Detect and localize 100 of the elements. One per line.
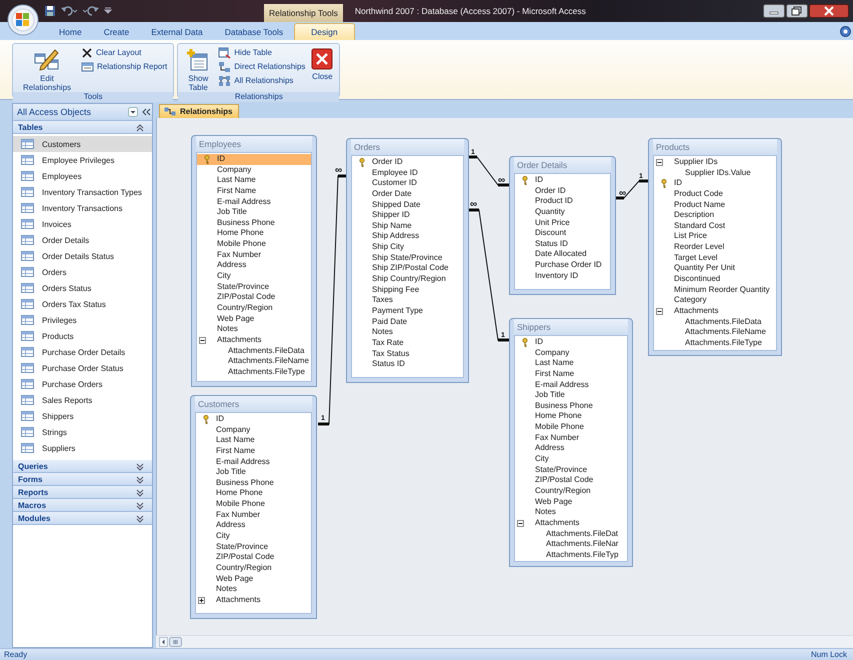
field-name[interactable]: ID bbox=[217, 154, 225, 165]
field-name[interactable]: Company bbox=[217, 164, 252, 176]
nav-item[interactable]: Employee Privileges bbox=[13, 152, 152, 168]
relationship-line[interactable] bbox=[318, 174, 346, 426]
field-name[interactable]: Company bbox=[535, 348, 570, 358]
field-name[interactable]: State/Province bbox=[535, 464, 588, 476]
field-name[interactable]: Customer ID bbox=[372, 178, 417, 189]
help-icon[interactable] bbox=[840, 26, 851, 37]
field-name[interactable]: Fax Number bbox=[217, 250, 262, 260]
field-name[interactable]: ID bbox=[216, 414, 224, 425]
dropdown-icon[interactable] bbox=[128, 107, 138, 117]
field-name[interactable]: Discontinued bbox=[674, 274, 720, 285]
field-name[interactable]: Attachments.FileName bbox=[228, 356, 309, 367]
field-name[interactable]: Attachments.FileData bbox=[228, 346, 304, 356]
nav-item[interactable]: Purchase Order Status bbox=[13, 360, 152, 376]
field-name[interactable]: Product ID bbox=[535, 196, 573, 207]
field-name[interactable]: Payment Type bbox=[372, 306, 423, 317]
field-name[interactable]: City bbox=[535, 454, 549, 465]
field-name[interactable]: Last Name bbox=[216, 435, 255, 446]
field-name[interactable]: Web Page bbox=[217, 314, 254, 324]
field-name[interactable]: Quantity bbox=[535, 206, 565, 218]
field-name[interactable]: Home Phone bbox=[217, 228, 264, 240]
scrollbar-thumb[interactable] bbox=[169, 637, 182, 647]
field-name[interactable]: Ship State/Province bbox=[372, 252, 442, 264]
field-name[interactable]: ZIP/Postal Code bbox=[217, 292, 276, 303]
customize-caret-icon[interactable] bbox=[104, 7, 112, 15]
field-name[interactable]: ID bbox=[535, 337, 543, 348]
field-name[interactable]: Mobile Phone bbox=[216, 499, 265, 510]
nav-item[interactable]: Sales Reports bbox=[13, 392, 152, 408]
save-icon[interactable] bbox=[44, 5, 56, 17]
ribbon-tab[interactable]: External Data bbox=[140, 23, 214, 40]
field-name[interactable]: Last Name bbox=[217, 175, 256, 186]
field-name[interactable]: Address bbox=[217, 260, 246, 272]
nav-item[interactable]: Order Details bbox=[13, 232, 152, 248]
field-name[interactable]: Attachments.FileType bbox=[685, 338, 762, 349]
field-name[interactable]: Home Phone bbox=[216, 488, 263, 500]
field-name[interactable]: Quantity Per Unit bbox=[674, 263, 735, 274]
field-name[interactable]: Fax Number bbox=[216, 510, 260, 520]
ribbon-button[interactable]: Hide Table bbox=[216, 46, 308, 59]
field-name[interactable]: Business Phone bbox=[217, 218, 275, 228]
field-name[interactable]: Ship Country/Region bbox=[372, 274, 446, 285]
field-name[interactable]: Mobile Phone bbox=[535, 422, 584, 433]
field-name[interactable]: Taxes bbox=[372, 295, 393, 306]
minus-box-icon[interactable] bbox=[656, 159, 663, 166]
minus-box-icon[interactable] bbox=[199, 336, 206, 344]
field-name[interactable]: State/Province bbox=[217, 282, 270, 292]
field-name[interactable]: Reorder Level bbox=[674, 242, 724, 253]
expand-chevrons-icon[interactable] bbox=[136, 514, 144, 522]
relationship-line[interactable] bbox=[468, 208, 510, 342]
nav-item[interactable]: Orders bbox=[13, 264, 152, 280]
nav-item[interactable]: Purchase Order Details bbox=[13, 344, 152, 360]
field-name[interactable]: Product Name bbox=[674, 200, 726, 210]
field-name[interactable]: Paid Date bbox=[372, 316, 408, 328]
nav-item[interactable]: Products bbox=[13, 328, 152, 344]
field-name[interactable]: Attachments.FileData bbox=[685, 316, 762, 328]
field-name[interactable]: Country/Region bbox=[217, 302, 273, 314]
field-name[interactable]: Attachments.FileDat bbox=[546, 528, 618, 540]
field-name[interactable]: Country/Region bbox=[535, 486, 591, 497]
field-name[interactable]: ID bbox=[674, 178, 682, 189]
field-name[interactable]: E-mail Address bbox=[217, 196, 271, 208]
field-name[interactable]: Notes bbox=[217, 324, 238, 335]
field-name[interactable]: Attachments.FileType bbox=[228, 366, 305, 378]
field-name[interactable]: Job Title bbox=[217, 207, 247, 218]
field-name[interactable]: Attachments.FileName bbox=[685, 327, 766, 338]
field-name[interactable]: Product Code bbox=[674, 188, 723, 200]
field-name[interactable]: E-mail Address bbox=[216, 456, 270, 468]
field-name[interactable]: Standard Cost bbox=[674, 220, 726, 232]
nav-item[interactable]: Privileges bbox=[13, 312, 152, 328]
ribbon-button[interactable]: Direct Relationships bbox=[216, 60, 308, 73]
document-tab[interactable]: Relationships bbox=[159, 104, 240, 118]
field-name[interactable]: Purchase Order ID bbox=[535, 260, 602, 271]
minimize-icon[interactable] bbox=[763, 4, 785, 18]
ribbon-button[interactable]: Show Table bbox=[182, 46, 214, 92]
field-name[interactable]: E-mail Address bbox=[535, 380, 589, 390]
field-name[interactable]: Ship City bbox=[372, 242, 404, 253]
field-name[interactable]: Web Page bbox=[216, 574, 254, 584]
field-name[interactable]: Notes bbox=[535, 507, 556, 518]
redo-icon[interactable] bbox=[82, 5, 100, 17]
field-name[interactable]: Unit Price bbox=[535, 218, 570, 228]
field-name[interactable]: Country/Region bbox=[216, 562, 272, 574]
field-name[interactable]: Mobile Phone bbox=[217, 239, 266, 250]
field-name[interactable]: Address bbox=[535, 443, 564, 454]
field-name[interactable]: Attachments.FileTyp bbox=[546, 550, 618, 560]
field-name[interactable]: Company bbox=[216, 424, 250, 436]
undo-icon[interactable] bbox=[60, 5, 78, 17]
field-name[interactable]: Supplier IDs.Value bbox=[685, 168, 751, 178]
field-name[interactable]: Description bbox=[674, 210, 714, 221]
field-name[interactable]: ZIP/Postal Code bbox=[535, 475, 594, 486]
field-name[interactable]: Attachments.FileNar bbox=[546, 539, 618, 550]
nav-item[interactable]: Inventory Transactions bbox=[13, 200, 152, 216]
nav-item[interactable]: Orders Tax Status bbox=[13, 296, 152, 312]
field-name[interactable]: Web Page bbox=[535, 496, 572, 508]
nav-item[interactable]: Order Details Status bbox=[13, 248, 152, 264]
table-title[interactable]: Shippers bbox=[514, 319, 628, 335]
field-name[interactable]: List Price bbox=[674, 231, 707, 242]
nav-item[interactable]: Shippers bbox=[13, 408, 152, 424]
field-name[interactable]: Address bbox=[216, 520, 246, 532]
scroll-left-icon[interactable] bbox=[159, 637, 168, 647]
field-name[interactable]: Shipper ID bbox=[372, 210, 410, 221]
expand-chevrons-icon[interactable] bbox=[136, 474, 144, 484]
